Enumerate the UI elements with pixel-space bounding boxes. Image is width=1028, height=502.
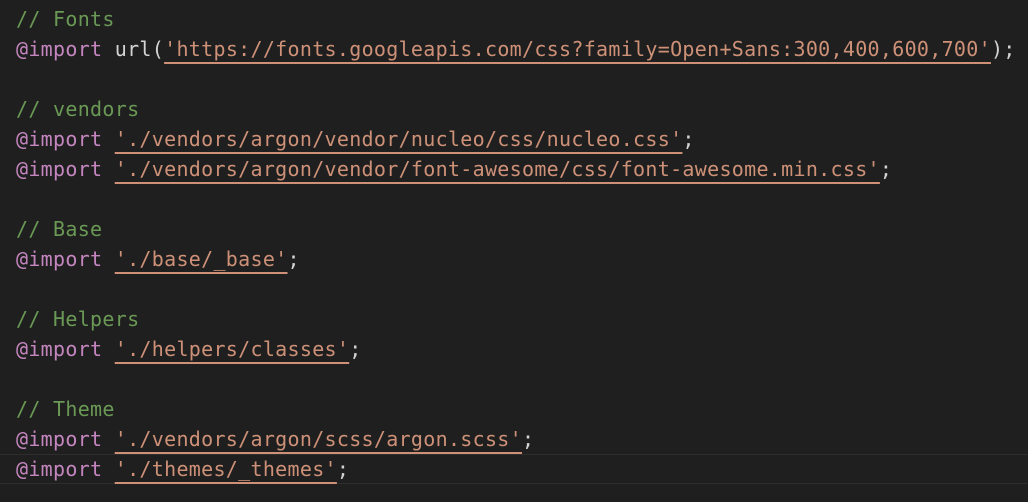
code-line-3-blank[interactable]	[16, 64, 1028, 94]
code-line-16-current[interactable]: @import './themes/_themes';	[0, 454, 1028, 484]
comment-helpers: // Helpers	[16, 307, 140, 331]
code-line-2[interactable]: @import url('https://fonts.googleapis.co…	[16, 34, 1028, 64]
comment-base: // Base	[16, 217, 103, 241]
import-string-base[interactable]: './base/_base'	[115, 247, 288, 271]
import-keyword: @import	[16, 247, 103, 271]
code-line-15[interactable]: @import './vendors/argon/scss/argon.scss…	[16, 424, 1028, 454]
import-keyword: @import	[16, 37, 103, 61]
url-function: url(	[114, 37, 165, 61]
code-line-14[interactable]: // Theme	[16, 394, 1028, 424]
comment-theme: // Theme	[16, 397, 115, 421]
code-line-9[interactable]: @import './base/_base';	[16, 244, 1028, 274]
statement-end: ;	[336, 457, 350, 481]
import-string-argon[interactable]: './vendors/argon/scss/argon.scss'	[115, 427, 522, 451]
import-keyword: @import	[16, 457, 103, 481]
import-string-nucleo[interactable]: './vendors/argon/vendor/nucleo/css/nucle…	[115, 127, 683, 151]
import-keyword: @import	[16, 337, 103, 361]
code-line-6[interactable]: @import './vendors/argon/vendor/font-awe…	[16, 154, 1028, 184]
import-keyword: @import	[16, 157, 103, 181]
code-line-4[interactable]: // vendors	[16, 94, 1028, 124]
statement-end: );	[990, 37, 1016, 61]
statement-end: ;	[879, 157, 893, 181]
code-line-1[interactable]: // Fonts	[16, 4, 1028, 34]
import-string-fonts-url[interactable]: 'https://fonts.googleapis.com/css?family…	[164, 37, 991, 61]
statement-end: ;	[349, 337, 362, 361]
code-line-10-blank[interactable]	[16, 274, 1028, 304]
code-line-8[interactable]: // Base	[16, 214, 1028, 244]
code-line-13-blank[interactable]	[16, 364, 1028, 394]
statement-end: ;	[287, 247, 300, 271]
code-editor[interactable]: // Fonts @import url('https://fonts.goog…	[0, 0, 1028, 502]
import-string-themes[interactable]: './themes/_themes'	[115, 457, 337, 481]
import-string-font-awesome[interactable]: './vendors/argon/vendor/font-awesome/css…	[115, 157, 880, 181]
code-line-7-blank[interactable]	[16, 184, 1028, 214]
comment-vendors: // vendors	[16, 97, 140, 121]
import-string-helpers[interactable]: './helpers/classes'	[115, 337, 349, 361]
comment-fonts: // Fonts	[16, 7, 115, 31]
import-keyword: @import	[16, 127, 103, 151]
statement-end: ;	[682, 127, 695, 151]
import-keyword: @import	[16, 427, 103, 451]
code-line-11[interactable]: // Helpers	[16, 304, 1028, 334]
statement-end: ;	[522, 427, 535, 451]
code-line-5[interactable]: @import './vendors/argon/vendor/nucleo/c…	[16, 124, 1028, 154]
code-line-12[interactable]: @import './helpers/classes';	[16, 334, 1028, 364]
